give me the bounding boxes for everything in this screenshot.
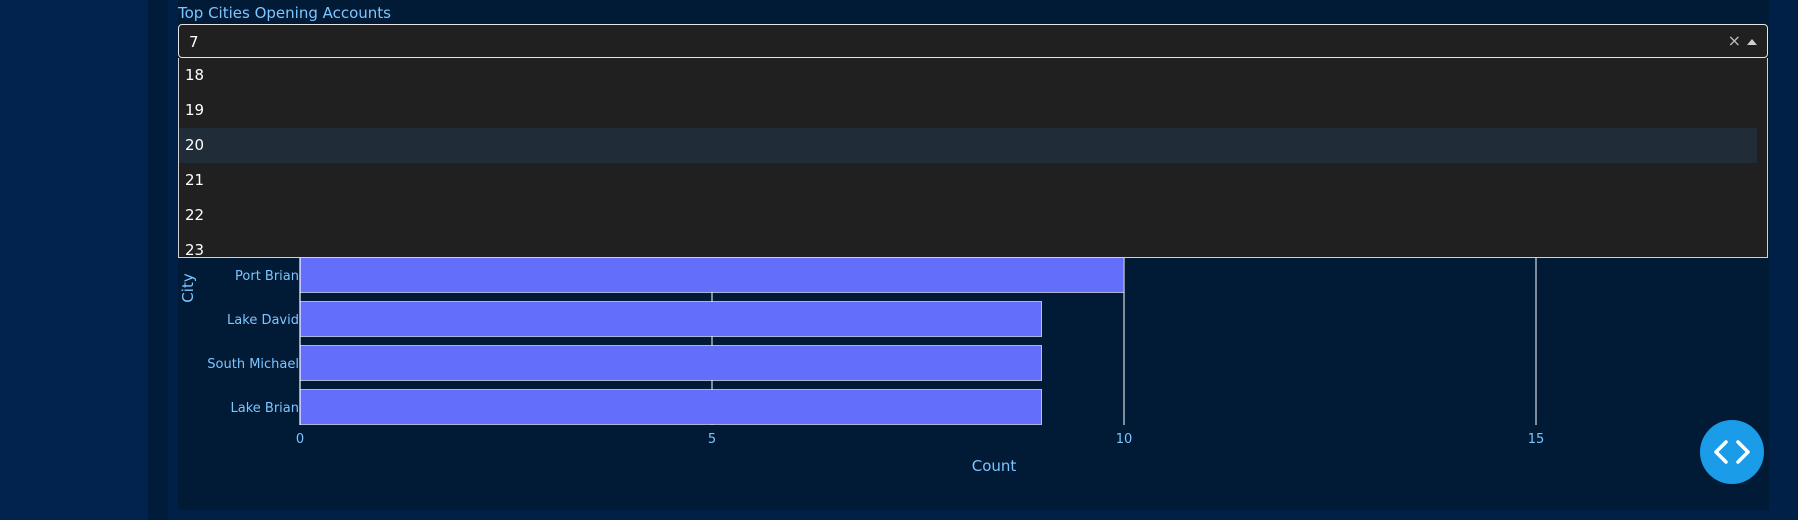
clear-icon[interactable]: × <box>1728 31 1741 50</box>
code-toggle-button[interactable] <box>1700 420 1764 484</box>
dropdown-value: 7 <box>189 33 199 51</box>
x-tick-label: 5 <box>708 432 716 447</box>
x-tick-label: 10 <box>1116 432 1133 447</box>
y-tick-label: Lake Brian <box>231 401 300 416</box>
x-tick-label: 15 <box>1528 432 1545 447</box>
x-tick-label: 0 <box>296 432 304 447</box>
x-axis-title: Count <box>972 457 1017 475</box>
y-axis-title: City <box>179 273 197 303</box>
dropdown-option[interactable]: 19 <box>179 93 1757 128</box>
code-icon <box>1714 440 1750 464</box>
dropdown-option[interactable]: 18 <box>179 58 1757 93</box>
y-tick-label: Lake David <box>227 313 299 328</box>
section-title: Top Cities Opening Accounts <box>178 4 391 22</box>
y-tick-label: South Michael <box>207 357 299 372</box>
bar[interactable] <box>299 345 1042 381</box>
dropdown-option[interactable]: 22 <box>179 198 1757 233</box>
top-cities-dropdown[interactable]: 7 × <box>178 24 1768 58</box>
y-tick-label: Port Brian <box>235 269 299 284</box>
dropdown-option[interactable]: 21 <box>179 163 1757 198</box>
bar[interactable] <box>299 301 1042 337</box>
caret-up-icon[interactable] <box>1747 39 1757 45</box>
dropdown-menu: 18 19 20 21 22 23 <box>178 58 1768 258</box>
dropdown-option[interactable]: 23 <box>179 233 1757 257</box>
bar[interactable] <box>299 389 1042 425</box>
bar[interactable] <box>299 257 1125 293</box>
dropdown-option[interactable]: 20 <box>179 128 1757 163</box>
